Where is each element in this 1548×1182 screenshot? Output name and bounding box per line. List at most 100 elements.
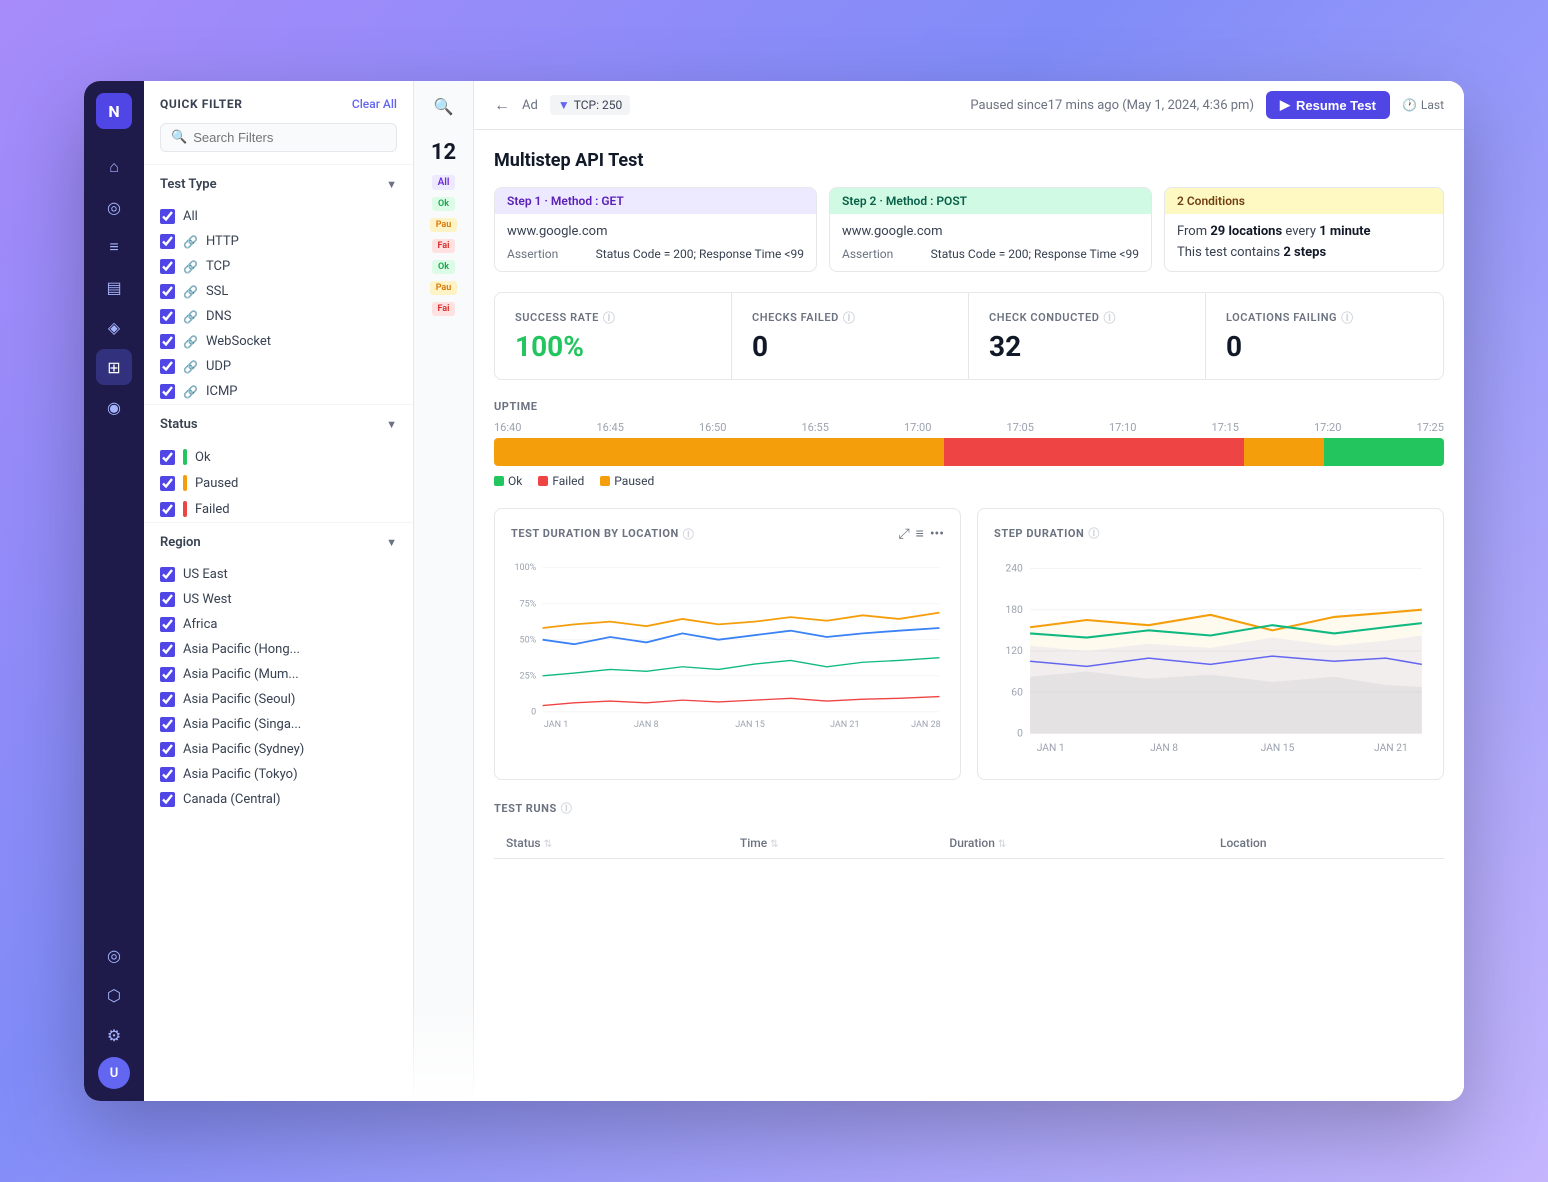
checkbox-udp[interactable] — [160, 359, 175, 374]
test-type-header[interactable]: Test Type ▼ — [144, 165, 413, 204]
checkbox-ap-tokyo[interactable] — [160, 767, 175, 782]
nav-logs[interactable]: ▤ — [96, 269, 132, 305]
ts-1650: 16:50 — [699, 421, 726, 434]
avatar[interactable]: U — [98, 1057, 130, 1089]
filter-item-canada[interactable]: Canada (Central) — [144, 787, 413, 812]
metric-locations-failing: LOCATIONS FAILING ⓘ 0 — [1206, 293, 1443, 379]
filter-item-ap-seoul[interactable]: Asia Pacific (Seoul) — [144, 687, 413, 712]
nav-users[interactable]: ◉ — [96, 389, 132, 425]
filter-item-africa[interactable]: Africa — [144, 612, 413, 637]
checkbox-icmp[interactable] — [160, 384, 175, 399]
checkbox-failed[interactable] — [160, 502, 175, 517]
http-icon: 🔗 — [183, 235, 198, 249]
search-input[interactable] — [193, 130, 386, 145]
filter-icon: ▼ — [558, 98, 570, 112]
badge-failed-2[interactable]: Fai — [432, 302, 456, 316]
resume-test-button[interactable]: ▶ Resume Test — [1266, 91, 1390, 119]
expand-icon[interactable]: ⤢ — [898, 526, 909, 542]
col-time[interactable]: Time ⇅ — [728, 828, 937, 859]
filter-item-ap-tokyo[interactable]: Asia Pacific (Tokyo) — [144, 762, 413, 787]
filter-item-tcp[interactable]: 🔗 TCP — [144, 254, 413, 279]
info-icon[interactable]: ⓘ — [843, 309, 856, 326]
checkbox-ap-seoul[interactable] — [160, 692, 175, 707]
nav-support[interactable]: ◎ — [96, 937, 132, 973]
clear-all-button[interactable]: Clear All — [352, 97, 397, 111]
badge-ok-2[interactable]: Ok — [432, 260, 455, 274]
nav-alerts[interactable]: ◈ — [96, 309, 132, 345]
checkbox-ap-hong[interactable] — [160, 642, 175, 657]
filter-item-dns[interactable]: 🔗 DNS — [144, 304, 413, 329]
filter-item-us-west[interactable]: US West — [144, 587, 413, 612]
svg-text:JAN 1: JAN 1 — [1037, 741, 1065, 754]
checkbox-canada[interactable] — [160, 792, 175, 807]
checkbox-ap-mum[interactable] — [160, 667, 175, 682]
paused-label: Paused — [614, 474, 654, 488]
uptime-label: UPTIME — [494, 400, 1444, 413]
filter-item-websocket[interactable]: 🔗 WebSocket — [144, 329, 413, 354]
nav-settings[interactable]: ⚙ — [96, 1017, 132, 1053]
app-container: N ⌂ ◎ ≡ ▤ ◈ ⊞ ◉ ◎ ⬡ ⚙ U QUICK FILTER Cle… — [84, 81, 1464, 1101]
checkbox-ap-sydney[interactable] — [160, 742, 175, 757]
badge-all[interactable]: All — [432, 175, 456, 190]
nav-reports[interactable]: ≡ — [96, 229, 132, 265]
filter-icon[interactable]: ≡ — [916, 525, 924, 542]
pause-status: Paused since17 mins ago (May 1, 2024, 4:… — [970, 98, 1254, 113]
info-icon[interactable]: ⓘ — [1103, 309, 1116, 326]
nav-integrations[interactable]: ⊞ — [96, 349, 132, 385]
checkbox-tcp[interactable] — [160, 259, 175, 274]
filter-item-us-east[interactable]: US East — [144, 562, 413, 587]
info-icon[interactable]: ⓘ — [1088, 525, 1100, 541]
col-location[interactable]: Location — [1208, 828, 1444, 859]
badge-paused-2[interactable]: Pau — [430, 281, 458, 295]
filter-item-ap-singa[interactable]: Asia Pacific (Singa... — [144, 712, 413, 737]
filter-item-ok[interactable]: Ok — [144, 444, 413, 470]
app-logo[interactable]: N — [96, 93, 132, 129]
checkbox-websocket[interactable] — [160, 334, 175, 349]
checkbox-paused[interactable] — [160, 476, 175, 491]
filter-item-failed[interactable]: Failed — [144, 496, 413, 522]
checkbox-ssl[interactable] — [160, 284, 175, 299]
filter-title: QUICK FILTER — [160, 97, 242, 111]
filter-item-ap-mum[interactable]: Asia Pacific (Mum... — [144, 662, 413, 687]
list-search-icon[interactable]: 🔍 — [414, 81, 473, 132]
nav-monitoring[interactable]: ◎ — [96, 189, 132, 225]
filter-item-paused[interactable]: Paused — [144, 470, 413, 496]
info-icon[interactable]: ⓘ — [561, 800, 573, 816]
nav-home[interactable]: ⌂ — [96, 149, 132, 185]
filter-item-icmp[interactable]: 🔗 ICMP — [144, 379, 413, 404]
check-conducted-value: 32 — [989, 330, 1185, 363]
checkbox-ok[interactable] — [160, 450, 175, 465]
status-header[interactable]: Status ▼ — [144, 405, 413, 444]
fail-label: Failed — [552, 474, 584, 488]
nav-api[interactable]: ⬡ — [96, 977, 132, 1013]
checkbox-dns[interactable] — [160, 309, 175, 324]
checkbox-all[interactable] — [160, 209, 175, 224]
filter-item-http[interactable]: 🔗 HTTP — [144, 229, 413, 254]
info-icon[interactable]: ⓘ — [1341, 309, 1354, 326]
info-icon[interactable]: ⓘ — [683, 526, 695, 542]
chart2-title: STEP DURATION ⓘ — [994, 525, 1100, 541]
info-icon[interactable]: ⓘ — [603, 309, 616, 326]
filter-item-ap-sydney[interactable]: Asia Pacific (Sydney) — [144, 737, 413, 762]
col-duration[interactable]: Duration ⇅ — [937, 828, 1208, 859]
col-status[interactable]: Status ⇅ — [494, 828, 728, 859]
badge-failed-1[interactable]: Fai — [432, 239, 456, 253]
checkbox-us-east[interactable] — [160, 567, 175, 582]
filter-item-all[interactable]: All — [144, 204, 413, 229]
checkbox-africa[interactable] — [160, 617, 175, 632]
ts-1655: 16:55 — [802, 421, 829, 434]
region-header[interactable]: Region ▼ — [144, 523, 413, 562]
filter-item-ssl[interactable]: 🔗 SSL — [144, 279, 413, 304]
checkbox-ap-singa[interactable] — [160, 717, 175, 732]
step1-header: Step 1 · Method : GET — [495, 188, 816, 214]
checkbox-us-west[interactable] — [160, 592, 175, 607]
more-icon[interactable]: ••• — [930, 526, 944, 542]
svg-text:60: 60 — [1011, 685, 1023, 698]
back-button[interactable]: ← — [494, 95, 510, 115]
checkbox-http[interactable] — [160, 234, 175, 249]
badge-paused-1[interactable]: Pau — [430, 218, 458, 232]
badge-ok-1[interactable]: Ok — [432, 197, 455, 211]
icmp-icon: 🔗 — [183, 385, 198, 399]
filter-item-udp[interactable]: 🔗 UDP — [144, 354, 413, 379]
filter-item-ap-hong[interactable]: Asia Pacific (Hong... — [144, 637, 413, 662]
